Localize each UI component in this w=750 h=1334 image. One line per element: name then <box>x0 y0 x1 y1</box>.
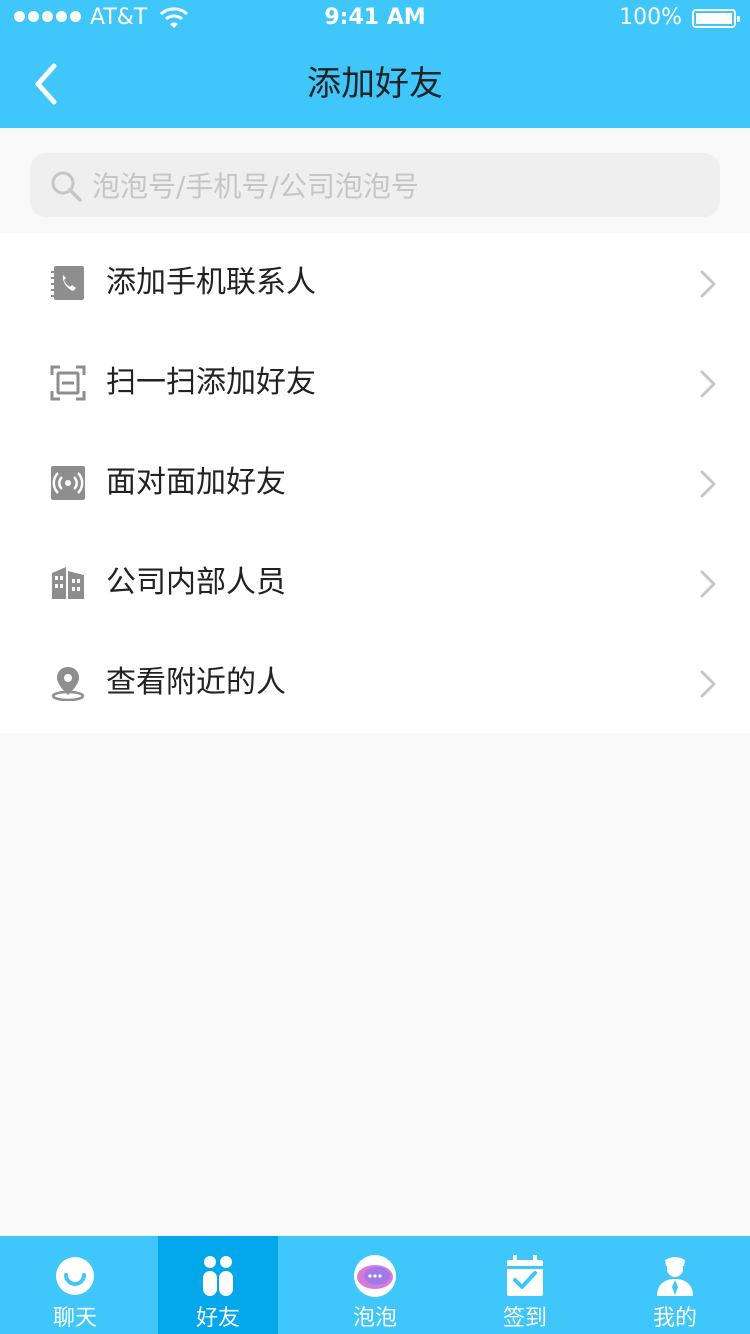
tab-label: 好友 <box>195 1306 240 1331</box>
chevron-right-icon <box>700 370 716 398</box>
tab-chat[interactable]: 聊天 <box>0 1236 150 1334</box>
header: AT&T 9:41 AM 100% 添加好友 <box>0 0 750 128</box>
chevron-right-icon <box>700 470 716 498</box>
scan-icon <box>50 365 86 401</box>
face-to-face-icon <box>51 466 85 500</box>
menu-item-label: 扫一扫添加好友 <box>106 365 316 400</box>
tab-label: 聊天 <box>52 1306 97 1331</box>
page-title: 添加好友 <box>307 64 443 104</box>
chat-icon <box>56 1257 94 1295</box>
battery-icon <box>692 9 740 28</box>
menu-item-label: 添加手机联系人 <box>106 265 316 300</box>
company-building-icon <box>52 567 84 599</box>
menu-item-label: 公司内部人员 <box>106 565 286 600</box>
bottom-tab-bar: 聊天 好友 泡泡 签到 我的 <box>0 1236 750 1334</box>
battery-percent: 100% <box>619 5 682 30</box>
location-pin-icon <box>51 667 85 701</box>
search-box[interactable] <box>30 153 720 219</box>
tab-me[interactable]: 我的 <box>600 1236 750 1334</box>
search-section <box>0 128 750 233</box>
profile-icon <box>657 1257 693 1296</box>
tab-friends[interactable]: 好友 <box>158 1236 278 1334</box>
add-friend-options: 添加手机联系人 扫一扫添加好友 面对面加好友 公司内部人员 查看附近的人 <box>0 233 750 733</box>
menu-item-nearby-people[interactable]: 查看附近的人 <box>0 633 750 733</box>
friends-icon <box>203 1256 233 1296</box>
menu-item-company-members[interactable]: 公司内部人员 <box>0 533 750 633</box>
chevron-right-icon <box>700 570 716 598</box>
tab-label: 我的 <box>652 1306 697 1331</box>
menu-item-phone-contacts[interactable]: 添加手机联系人 <box>0 233 750 333</box>
menu-item-face-to-face[interactable]: 面对面加好友 <box>0 433 750 533</box>
menu-item-label: 面对面加好友 <box>106 465 286 500</box>
tab-checkin[interactable]: 签到 <box>450 1236 600 1334</box>
tab-bubble[interactable]: 泡泡 <box>300 1236 450 1334</box>
bubble-icon <box>354 1255 396 1297</box>
tab-label: 泡泡 <box>352 1306 397 1331</box>
search-icon <box>51 171 82 202</box>
chevron-right-icon <box>700 670 716 698</box>
chevron-right-icon <box>700 270 716 298</box>
status-bar: AT&T 9:41 AM 100% <box>0 0 750 40</box>
phone-contacts-icon <box>51 266 84 300</box>
checkin-calendar-icon <box>507 1255 543 1296</box>
menu-item-scan[interactable]: 扫一扫添加好友 <box>0 333 750 433</box>
menu-item-label: 查看附近的人 <box>106 665 286 700</box>
search-input[interactable] <box>90 153 704 219</box>
tab-label: 签到 <box>502 1306 547 1331</box>
